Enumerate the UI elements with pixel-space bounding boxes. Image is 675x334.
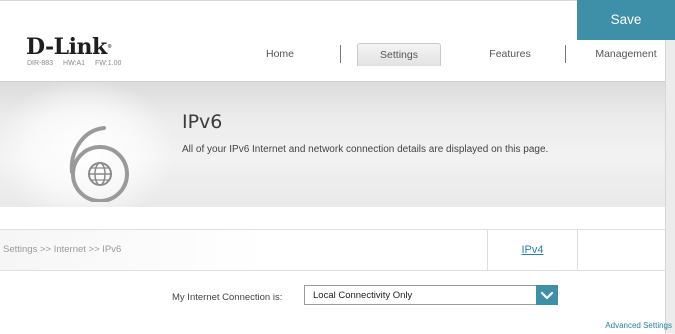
- device-info: DIR-883 HW:A1 FW:1.00: [27, 60, 129, 67]
- connection-type-value: Local Connectivity Only: [313, 290, 413, 301]
- chevron-down-icon[interactable]: [536, 285, 558, 305]
- nav-divider: [340, 45, 341, 63]
- page-banner: IPv6 All of your IPv6 Internet and netwo…: [0, 81, 665, 207]
- page-description: All of your IPv6 Internet and network co…: [182, 144, 549, 155]
- breadcrumb: Settings >> Internet >> IPv6: [3, 244, 122, 255]
- nav-home[interactable]: Home: [250, 43, 310, 65]
- model-name: DIR-883: [27, 60, 54, 67]
- firmware-version: FW:1.00: [95, 60, 122, 67]
- nav-divider: [565, 45, 566, 63]
- ipv4-link-button[interactable]: IPv4: [487, 230, 578, 270]
- connection-label: My Internet Connection is:: [172, 292, 283, 303]
- save-button[interactable]: Save: [577, 0, 675, 40]
- connection-type-select[interactable]: Local Connectivity Only: [304, 285, 558, 305]
- page-title: IPv6: [182, 111, 223, 133]
- ipv6-six-globe-icon: [69, 126, 129, 202]
- advanced-settings-link[interactable]: Advanced Settings: [605, 321, 672, 330]
- action-bar: Settings >> Internet >> IPv6 IPv4: [0, 229, 665, 271]
- nav-management[interactable]: Management: [588, 43, 664, 65]
- scrollbar-gutter: [665, 0, 675, 333]
- header: D-Link® DIR-883 HW:A1 FW:1.00 Home Setti…: [0, 1, 665, 81]
- nav-settings[interactable]: Settings: [357, 43, 441, 66]
- hardware-version: HW:A1: [63, 60, 86, 67]
- page-frame: D-Link® DIR-883 HW:A1 FW:1.00 Home Setti…: [0, 0, 665, 334]
- nav-features[interactable]: Features: [470, 43, 550, 65]
- dlink-logo: D-Link®: [26, 34, 111, 60]
